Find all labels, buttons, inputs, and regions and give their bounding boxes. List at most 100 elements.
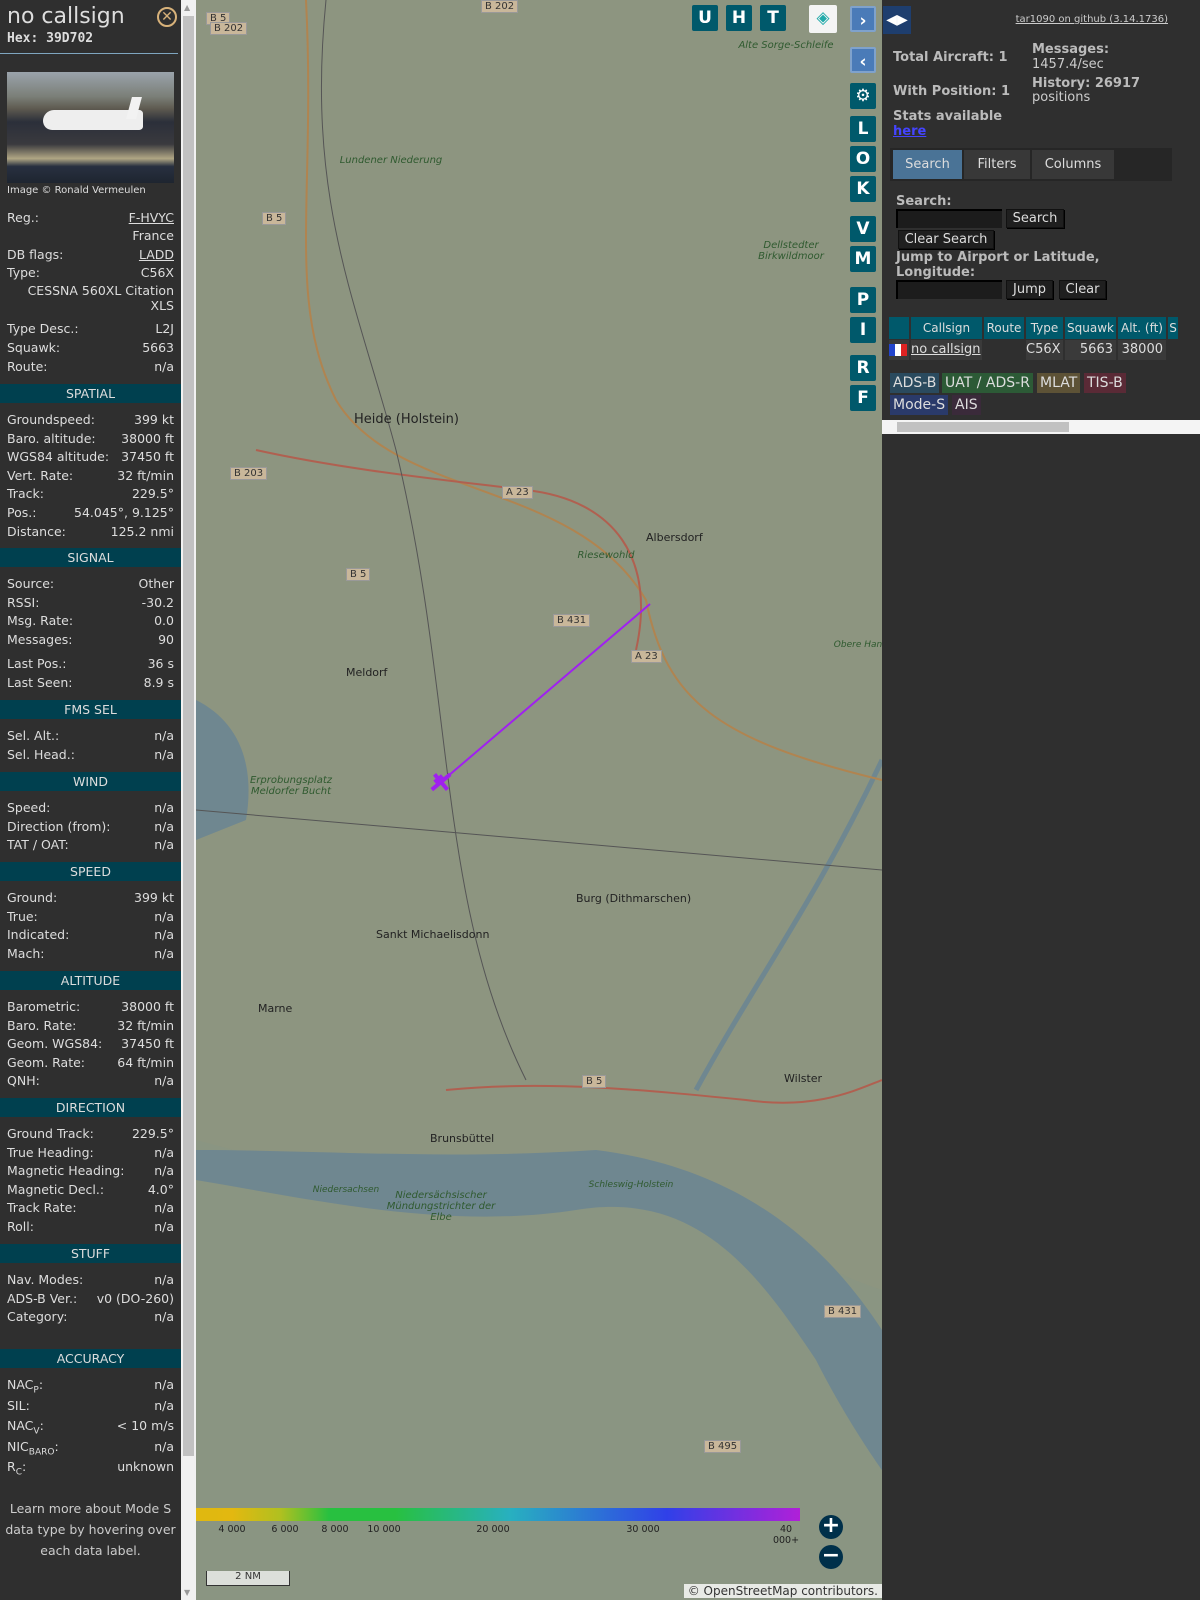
info-row: Route: n/a xyxy=(7,358,174,376)
map-place-label: Burg (Dithmarschen) xyxy=(576,892,692,905)
detail-scrollbar[interactable]: ▲ ▼ xyxy=(181,0,196,1600)
map-button-t[interactable]: T xyxy=(760,5,786,31)
row-label: Geom. WGS84: xyxy=(7,1035,102,1054)
legend-badge-mode-s: Mode-S xyxy=(890,395,949,415)
close-icon[interactable]: ✕ xyxy=(157,7,177,27)
map-button-m[interactable]: M xyxy=(850,246,876,272)
row-value: n/a xyxy=(154,1073,174,1089)
messages-value: 1457.4/sec xyxy=(1032,57,1104,72)
clear-button[interactable]: Clear xyxy=(1059,280,1106,299)
row-label: Magnetic Heading: xyxy=(7,1162,124,1181)
tab-search[interactable]: Search xyxy=(893,150,962,179)
search-input[interactable] xyxy=(896,209,1002,228)
stats-link[interactable]: here xyxy=(893,124,926,139)
detail-row: SIL: n/a xyxy=(0,1397,181,1416)
row-label: QNH: xyxy=(7,1072,40,1091)
row-callsign[interactable]: no callsign xyxy=(911,340,982,360)
row-label-text: Track: xyxy=(7,486,44,502)
detail-row: Msg. Rate: 0.0 xyxy=(0,612,181,631)
row-value: < 10 m/s xyxy=(116,1418,174,1434)
altitude-tick-label: 8 000 xyxy=(321,1524,349,1535)
layers-button[interactable]: ◈ xyxy=(809,5,837,33)
column-callsign[interactable]: Callsign xyxy=(911,317,982,339)
map-button-l[interactable]: L xyxy=(850,116,876,142)
settings-gear-icon[interactable]: ⚙ xyxy=(850,83,876,109)
column-altitude[interactable]: Alt. (ft) xyxy=(1118,317,1166,339)
column-route[interactable]: Route xyxy=(984,317,1024,339)
info-row: Type Desc.: L2J xyxy=(7,320,174,338)
row-label: Speed: xyxy=(7,799,50,818)
row-label-text: SIL: xyxy=(7,1397,30,1413)
map-button-u[interactable]: U xyxy=(692,5,718,31)
map-button-p[interactable]: P xyxy=(850,287,876,313)
row-value: v0 (DO-260) xyxy=(96,1290,174,1306)
column-squawk[interactable]: Squawk xyxy=(1065,317,1116,339)
map-button-o[interactable]: O xyxy=(850,146,876,172)
clear-search-button[interactable]: Clear Search xyxy=(898,230,994,249)
row-label: NICBARO: xyxy=(7,1438,59,1458)
row-value: unknown xyxy=(117,1459,174,1475)
detail-row: Baro. altitude: 38000 ft xyxy=(0,430,181,449)
row-label-text: Barometric: xyxy=(7,999,81,1014)
map-button-v[interactable]: V xyxy=(850,216,876,242)
row-label: Source: xyxy=(7,575,54,594)
zoom-out-button[interactable]: − xyxy=(819,1545,843,1569)
row-value: n/a xyxy=(154,746,174,762)
jump-button[interactable]: Jump xyxy=(1006,280,1053,299)
zoom-in-button[interactable]: + xyxy=(819,1515,843,1539)
column-type[interactable]: Type xyxy=(1026,317,1063,339)
detail-row: Ground: 399 kt xyxy=(0,889,181,908)
row-label-text: WGS84 altitude: xyxy=(7,449,110,465)
map-button-f[interactable]: F xyxy=(850,385,876,411)
road-label: B 202 xyxy=(481,0,519,13)
collapse-left-button[interactable]: ‹ xyxy=(850,47,876,73)
row-value: 229.5° xyxy=(131,1126,174,1141)
tab-filters[interactable]: Filters xyxy=(964,150,1030,179)
map-button-r[interactable]: R xyxy=(850,355,876,381)
row-value: 229.5° xyxy=(131,486,174,502)
map-place-label: Albersdorf xyxy=(646,531,703,544)
section-header: FMS SEL xyxy=(0,700,181,719)
section-header: ACCURACY xyxy=(0,1349,181,1368)
row-label: RC: xyxy=(7,1459,27,1478)
expand-toggle-button[interactable]: ◀▶ xyxy=(883,6,911,34)
tab-columns[interactable]: Columns xyxy=(1032,150,1114,179)
map-place-label: Obere Haneraue xyxy=(833,640,882,650)
detail-row: Distance: 125.2 nmi xyxy=(0,523,181,542)
info-value: 5663 xyxy=(142,340,174,355)
row-type: C56X xyxy=(1026,340,1063,360)
detail-row: Geom. Rate: 64 ft/min xyxy=(0,1054,181,1073)
map-button-i[interactable]: I xyxy=(850,317,876,343)
info-value[interactable]: LADD xyxy=(139,246,174,264)
map-attribution[interactable]: © OpenStreetMap contributors. xyxy=(683,1584,882,1598)
map[interactable]: Heide (Holstein) Albersdorf Meldorf Burg (D… xyxy=(196,0,882,1600)
expand-right-button[interactable]: › xyxy=(850,6,876,32)
github-link[interactable]: tar1090 on github (3.14.1736) xyxy=(1016,14,1168,25)
table-scrollbar[interactable] xyxy=(882,420,1200,434)
detail-row: NACP: n/a xyxy=(0,1376,181,1396)
row-label-text: Roll: xyxy=(7,1218,34,1234)
row-label-text: TAT / OAT: xyxy=(7,837,69,853)
column-flag[interactable] xyxy=(889,317,909,339)
section-header: SIGNAL xyxy=(0,548,181,567)
map-button-k[interactable]: K xyxy=(850,176,876,202)
row-label-text: R xyxy=(7,1459,16,1475)
search-button[interactable]: Search xyxy=(1006,209,1064,228)
map-button-h[interactable]: H xyxy=(726,5,752,31)
row-label-text: Magnetic Heading: xyxy=(7,1163,125,1179)
row-label: Mach: xyxy=(7,945,44,964)
section-header: STUFF xyxy=(0,1244,181,1263)
aircraft-photo[interactable] xyxy=(7,72,174,183)
column-speed[interactable]: S xyxy=(1168,317,1178,339)
jump-input[interactable] xyxy=(896,280,1002,299)
row-label: True: xyxy=(7,908,38,927)
row-value: n/a xyxy=(154,1309,174,1325)
map-place-label: Riesewohld xyxy=(577,550,635,561)
row-label: Msg. Rate: xyxy=(7,612,73,631)
info-value[interactable]: F-HVYC xyxy=(129,209,174,227)
info-value: CESSNA 560XL Citation XLS xyxy=(27,283,174,313)
row-value: 8.9 s xyxy=(143,674,174,690)
detail-row: Baro. Rate: 32 ft/min xyxy=(0,1017,181,1036)
map-place-label: Schleswig-Holstein xyxy=(588,1180,674,1190)
row-value: n/a xyxy=(154,1397,174,1413)
